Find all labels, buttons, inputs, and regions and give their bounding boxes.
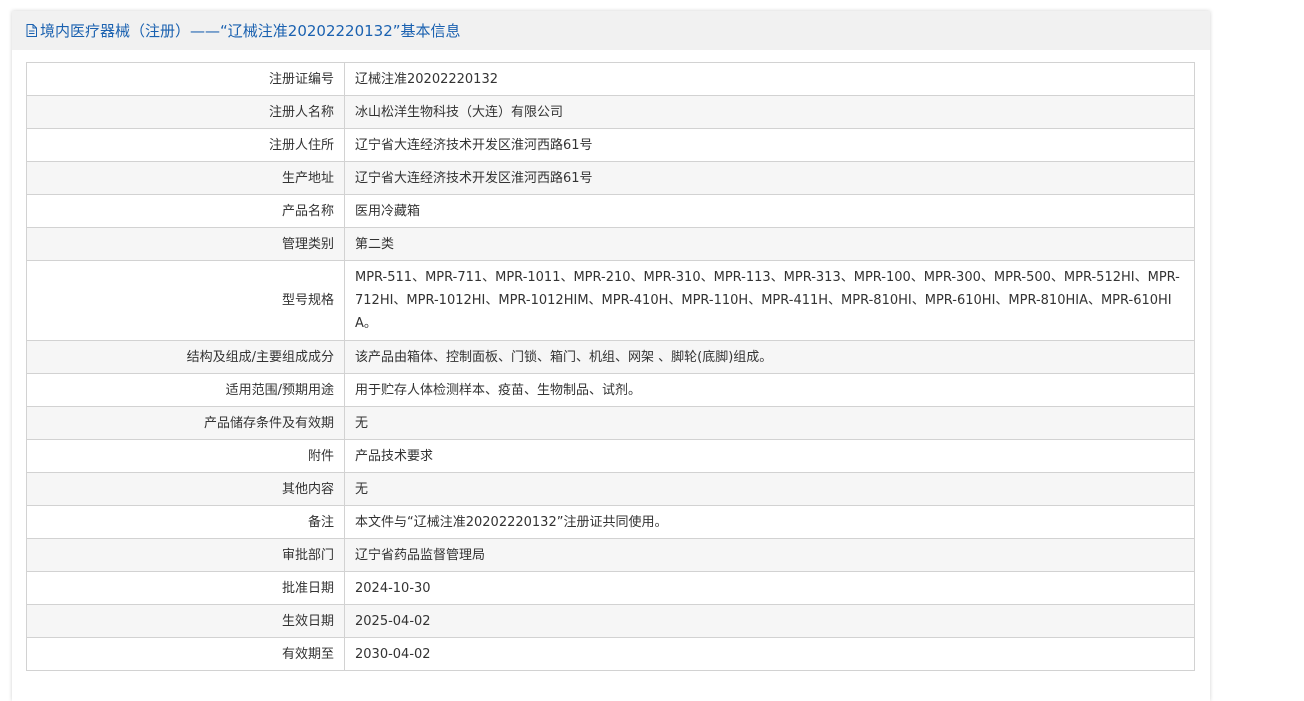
row-value: 用于贮存人体检测样本、疫苗、生物制品、试剂。: [344, 373, 1195, 407]
table-row: 适用范围/预期用途 用于贮存人体检测样本、疫苗、生物制品、试剂。: [26, 373, 1195, 407]
row-label: 生产地址: [26, 161, 345, 195]
table-row: 附件 产品技术要求: [26, 439, 1195, 473]
table-row: 管理类别 第二类: [26, 227, 1195, 261]
table-row: 其他内容 无: [26, 472, 1195, 506]
row-value: 辽械注准20202220132: [344, 62, 1195, 96]
row-value: 该产品由箱体、控制面板、门锁、箱门、机组、网架 、脚轮(底脚)组成。: [344, 340, 1195, 374]
row-label: 审批部门: [26, 538, 345, 572]
table-row: 审批部门 辽宁省药品监督管理局: [26, 538, 1195, 572]
row-label: 注册人住所: [26, 128, 345, 162]
row-value: 医用冷藏箱: [344, 194, 1195, 228]
row-label: 注册证编号: [26, 62, 345, 96]
document-icon: [26, 24, 37, 37]
table-row: 备注 本文件与“辽械注准20202220132”注册证共同使用。: [26, 505, 1195, 539]
panel-header: 境内医疗器械（注册）——“辽械注准20202220132”基本信息: [12, 11, 1210, 50]
row-value: 2024-10-30: [344, 571, 1195, 605]
row-value: 辽宁省大连经济技术开发区淮河西路61号: [344, 128, 1195, 162]
table-row: 注册人住所 辽宁省大连经济技术开发区淮河西路61号: [26, 128, 1195, 162]
row-label: 其他内容: [26, 472, 345, 506]
info-table: 注册证编号 辽械注准20202220132 注册人名称 冰山松洋生物科技（大连）…: [26, 62, 1195, 671]
row-value: 2025-04-02: [344, 604, 1195, 638]
row-value: 产品技术要求: [344, 439, 1195, 473]
row-label: 批准日期: [26, 571, 345, 605]
row-label: 结构及组成/主要组成成分: [26, 340, 345, 374]
table-row: 产品储存条件及有效期 无: [26, 406, 1195, 440]
table-row: 结构及组成/主要组成成分 该产品由箱体、控制面板、门锁、箱门、机组、网架 、脚轮…: [26, 340, 1195, 374]
row-label: 产品名称: [26, 194, 345, 228]
row-value: MPR-511、MPR-711、MPR-1011、MPR-210、MPR-310…: [344, 260, 1195, 341]
row-value: 无: [344, 472, 1195, 506]
table-row: 型号规格 MPR-511、MPR-711、MPR-1011、MPR-210、MP…: [26, 260, 1195, 341]
row-label: 适用范围/预期用途: [26, 373, 345, 407]
page-title: 境内医疗器械（注册）——“辽械注准20202220132”基本信息: [40, 22, 461, 40]
table-row: 注册证编号 辽械注准20202220132: [26, 62, 1195, 96]
row-label: 注册人名称: [26, 95, 345, 129]
table-row: 批准日期 2024-10-30: [26, 571, 1195, 605]
row-value: 辽宁省大连经济技术开发区淮河西路61号: [344, 161, 1195, 195]
table-row: 注册人名称 冰山松洋生物科技（大连）有限公司: [26, 95, 1195, 129]
row-value: 2030-04-02: [344, 637, 1195, 671]
row-value: 辽宁省药品监督管理局: [344, 538, 1195, 572]
table-row: 有效期至 2030-04-02: [26, 637, 1195, 671]
row-label: 产品储存条件及有效期: [26, 406, 345, 440]
table-row: 产品名称 医用冷藏箱: [26, 194, 1195, 228]
row-value: 无: [344, 406, 1195, 440]
row-label: 备注: [26, 505, 345, 539]
row-label: 型号规格: [26, 260, 345, 341]
row-value: 冰山松洋生物科技（大连）有限公司: [344, 95, 1195, 129]
row-label: 管理类别: [26, 227, 345, 261]
row-label: 附件: [26, 439, 345, 473]
row-value: 第二类: [344, 227, 1195, 261]
table-row: 生产地址 辽宁省大连经济技术开发区淮河西路61号: [26, 161, 1195, 195]
info-panel: 境内医疗器械（注册）——“辽械注准20202220132”基本信息 注册证编号 …: [12, 11, 1210, 701]
row-label: 有效期至: [26, 637, 345, 671]
table-row: 生效日期 2025-04-02: [26, 604, 1195, 638]
row-label: 生效日期: [26, 604, 345, 638]
row-value: 本文件与“辽械注准20202220132”注册证共同使用。: [344, 505, 1195, 539]
